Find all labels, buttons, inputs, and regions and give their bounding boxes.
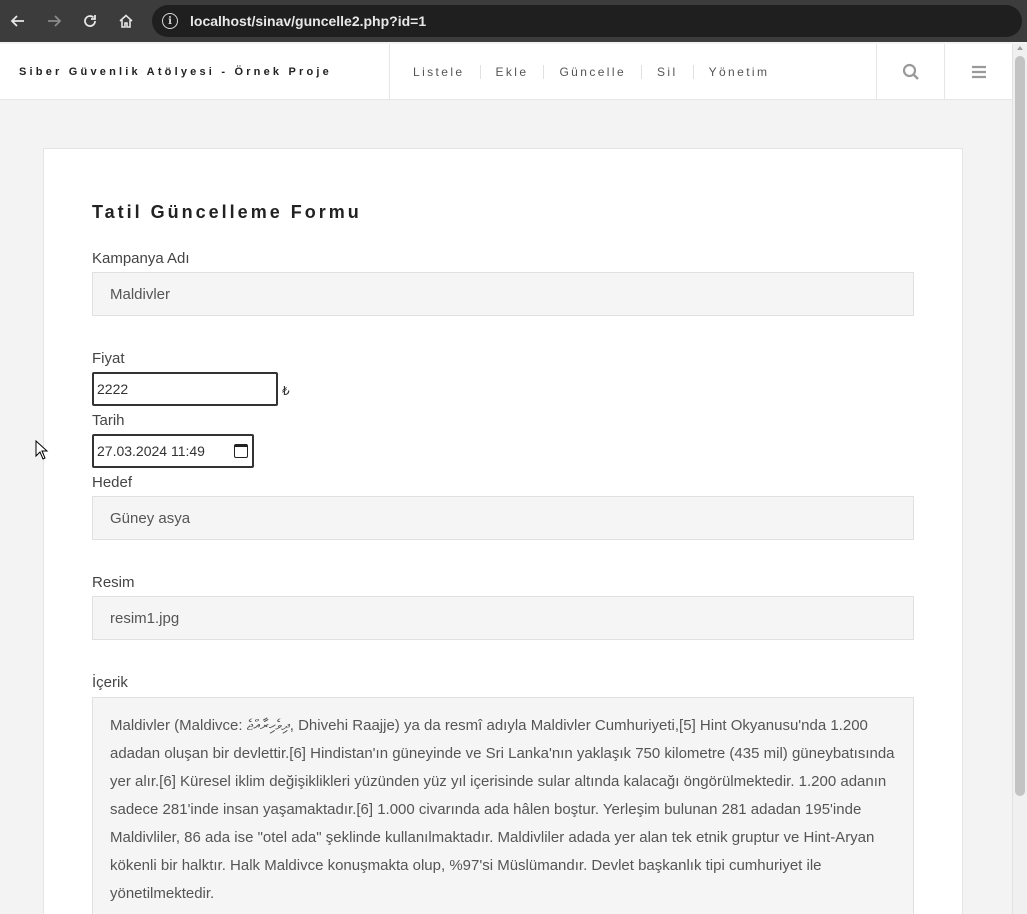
mouse-cursor-icon bbox=[35, 440, 49, 460]
fiyat-input[interactable]: 2222 bbox=[92, 372, 278, 406]
site-header: Siber Güvenlik Atölyesi - Örnek Proje Li… bbox=[0, 44, 1012, 100]
tarih-input[interactable]: 27.03.2024 11:49 bbox=[92, 434, 254, 468]
tarih-value: 27.03.2024 11:49 bbox=[97, 443, 205, 459]
menu-item-guncelle[interactable]: Güncelle bbox=[543, 64, 641, 79]
home-button[interactable] bbox=[108, 0, 144, 42]
page-scrollbar[interactable] bbox=[1012, 44, 1027, 914]
browser-toolbar: i localhost/sinav/guncelle2.php?id=1 bbox=[0, 0, 1027, 42]
menu-item-sil[interactable]: Sil bbox=[641, 64, 693, 79]
scroll-up-arrow[interactable] bbox=[1017, 46, 1023, 50]
menu-item-yonetim[interactable]: Yönetim bbox=[692, 64, 785, 79]
info-icon[interactable]: i bbox=[162, 13, 178, 29]
form-card: Tatil Güncelleme Formu Kampanya Adı Mald… bbox=[43, 148, 963, 914]
form-title: Tatil Güncelleme Formu bbox=[92, 202, 362, 222]
back-icon bbox=[10, 15, 24, 27]
home-icon bbox=[119, 14, 133, 28]
forward-icon bbox=[48, 15, 62, 27]
currency-symbol: ₺ bbox=[282, 384, 290, 398]
hedef-label: Hedef bbox=[92, 474, 133, 491]
address-bar[interactable]: i localhost/sinav/guncelle2.php?id=1 bbox=[152, 5, 1022, 37]
site-brand[interactable]: Siber Güvenlik Atölyesi - Örnek Proje bbox=[0, 44, 390, 99]
back-button[interactable] bbox=[0, 0, 36, 42]
reload-icon bbox=[84, 15, 96, 27]
main-menu: Listele Ekle Güncelle Sil Yönetim bbox=[390, 44, 876, 99]
scrollbar-thumb[interactable] bbox=[1015, 56, 1025, 796]
icerik-textarea[interactable]: Maldivler (Maldivce: ދިވެހިރާއްޖެ, Dhive… bbox=[92, 697, 914, 914]
hamburger-icon bbox=[971, 65, 986, 78]
hedef-input[interactable]: Güney asya bbox=[92, 496, 914, 540]
kampanya-label: Kampanya Adı bbox=[92, 250, 190, 267]
search-button[interactable] bbox=[876, 44, 944, 99]
menu-item-listele[interactable]: Listele bbox=[398, 65, 480, 79]
forward-button[interactable] bbox=[36, 0, 72, 42]
kampanya-input[interactable]: Maldivler bbox=[92, 272, 914, 316]
reload-button[interactable] bbox=[72, 0, 108, 42]
menu-toggle-button[interactable] bbox=[944, 44, 1012, 99]
menu-item-ekle[interactable]: Ekle bbox=[479, 64, 544, 79]
search-icon bbox=[902, 63, 919, 80]
calendar-icon[interactable] bbox=[234, 444, 248, 458]
resim-input[interactable]: resim1.jpg bbox=[92, 596, 914, 640]
resim-label: Resim bbox=[92, 574, 135, 591]
tarih-label: Tarih bbox=[92, 412, 125, 429]
icerik-label: İçerik bbox=[92, 674, 128, 691]
url-text: localhost/sinav/guncelle2.php?id=1 bbox=[190, 13, 427, 29]
fiyat-label: Fiyat bbox=[92, 350, 125, 367]
